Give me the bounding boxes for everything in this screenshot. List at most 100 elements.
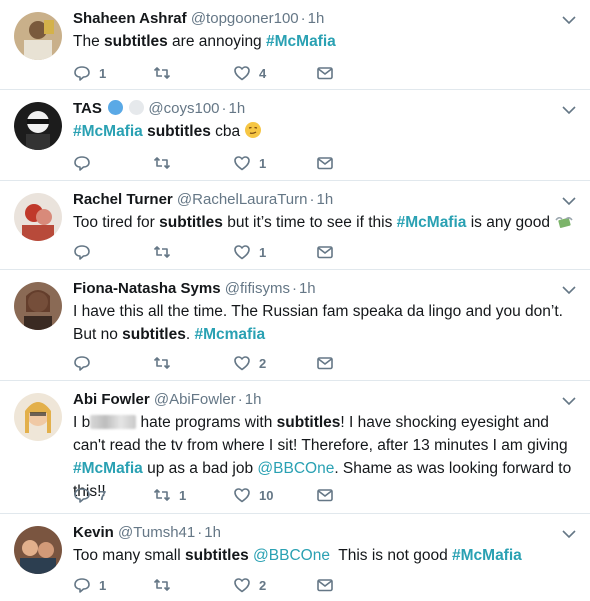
direct-message-button[interactable] (316, 485, 334, 505)
reply-button[interactable] (73, 153, 99, 173)
tweet[interactable]: Rachel Turner @RachelLauraTurn · 1h Too ti… (0, 181, 590, 270)
separator-dot: · (221, 100, 227, 117)
chevron-down-icon[interactable] (562, 285, 576, 295)
reply-icon (74, 356, 90, 371)
hashtag-link[interactable]: #McMafia (73, 460, 143, 477)
tweet[interactable]: Fiona-Natasha Syms @fifisyms · 1h I have t… (0, 270, 590, 381)
username[interactable]: @RachelLauraTurn (177, 191, 308, 208)
smirk-face-emoji (245, 122, 262, 138)
retweet-icon (153, 67, 171, 79)
like-button[interactable]: 2 (233, 575, 266, 595)
hashtag-link[interactable]: #McMafia (266, 33, 336, 50)
retweet-icon (153, 579, 171, 591)
hashtag-link[interactable]: #McMafia (73, 123, 143, 140)
retweet-button[interactable] (153, 242, 179, 262)
direct-message-button[interactable] (316, 153, 334, 173)
tweet[interactable]: TAS @coys100 · 1h #McMafia subtitles cba 1 (0, 90, 590, 181)
separator-dot: · (300, 10, 306, 27)
like-button[interactable]: 2 (233, 353, 266, 373)
separator-dot: · (291, 280, 297, 297)
envelope-icon (317, 489, 333, 502)
display-name[interactable]: Fiona-Natasha Syms (73, 280, 221, 297)
tweet[interactable]: Kevin @Tumsh41 · 1h Too many small subtitl… (0, 514, 590, 601)
username[interactable]: @fifisyms (225, 280, 290, 297)
reply-button[interactable] (73, 353, 99, 373)
text-segment: The (73, 33, 105, 50)
heart-icon (234, 245, 250, 260)
text-segment: Too many small (73, 547, 185, 564)
direct-message-button[interactable] (316, 353, 334, 373)
like-button[interactable]: 10 (233, 485, 273, 505)
username[interactable]: @Tumsh41 (118, 524, 195, 541)
direct-message-button[interactable] (316, 575, 334, 595)
username[interactable]: @topgooner100 (191, 10, 299, 27)
heart-icon (234, 66, 250, 81)
hashtag-link[interactable]: #McMafia (397, 214, 467, 231)
hashtag-link[interactable]: #Mcmafia (194, 326, 265, 343)
envelope-icon (317, 157, 333, 170)
chevron-down-icon[interactable] (562, 15, 576, 25)
username[interactable]: @AbiFowler (154, 391, 236, 408)
display-name[interactable]: Rachel Turner (73, 191, 173, 208)
retweet-count: 1 (179, 487, 187, 503)
reply-button[interactable] (73, 242, 99, 262)
retweet-icon (153, 357, 171, 369)
tweet[interactable]: Abi Fowler @AbiFowler · 1h I b hate progra… (0, 381, 590, 514)
avatar[interactable] (14, 282, 62, 330)
timestamp[interactable]: 1h (317, 191, 334, 208)
avatar[interactable] (14, 12, 62, 60)
envelope-icon (317, 357, 333, 370)
reply-button[interactable]: 1 (73, 63, 106, 83)
avatar[interactable] (14, 102, 62, 150)
chevron-down-icon[interactable] (562, 105, 576, 115)
timestamp[interactable]: 1h (229, 100, 246, 117)
white-circle-emoji (129, 100, 145, 115)
chevron-down-icon[interactable] (562, 529, 576, 539)
tweet-header: Kevin @Tumsh41 · 1h (73, 524, 550, 542)
retweet-button[interactable] (153, 575, 179, 595)
like-count: 1 (259, 155, 267, 171)
mention-link[interactable]: @BBCOne (253, 547, 330, 564)
reply-button[interactable]: 1 (73, 575, 106, 595)
bold-term: subtitles (159, 214, 223, 231)
reply-button[interactable]: 7 (73, 485, 106, 505)
timestamp[interactable]: 1h (308, 10, 325, 27)
timestamp[interactable]: 1h (299, 280, 316, 297)
retweet-icon (153, 157, 171, 169)
avatar[interactable] (14, 393, 62, 441)
text-segment: up as a bad job (142, 460, 258, 477)
display-name[interactable]: TAS (73, 100, 102, 117)
display-name[interactable]: Kevin (73, 524, 114, 541)
tweet-text: Too tired for subtitles but it’s time to… (73, 211, 576, 234)
mention-link[interactable]: @BBCOne (257, 460, 334, 477)
text-segment: This is not good (329, 547, 452, 564)
display-name[interactable]: Shaheen Ashraf (73, 10, 187, 27)
timestamp[interactable]: 1h (245, 391, 262, 408)
hashtag-link[interactable]: #McMafia (452, 547, 522, 564)
tweet[interactable]: Shaheen Ashraf @topgooner100 · 1h The subt… (0, 0, 590, 90)
direct-message-button[interactable] (316, 242, 334, 262)
like-count: 1 (259, 244, 267, 260)
display-name[interactable]: Abi Fowler (73, 391, 150, 408)
retweet-button[interactable] (153, 353, 179, 373)
retweet-button[interactable]: 1 (153, 485, 186, 505)
chevron-down-icon[interactable] (562, 396, 576, 406)
direct-message-button[interactable] (316, 63, 334, 83)
text-segment: is any good (466, 214, 555, 231)
chevron-down-icon[interactable] (562, 196, 576, 206)
like-button[interactable]: 1 (233, 153, 266, 173)
heart-icon (234, 488, 250, 503)
username[interactable]: @coys100 (148, 100, 219, 117)
tweet-text: #McMafia subtitles cba (73, 120, 576, 143)
retweet-icon (153, 489, 171, 501)
separator-dot: · (309, 191, 315, 208)
like-button[interactable]: 4 (233, 63, 266, 83)
envelope-icon (317, 579, 333, 592)
retweet-button[interactable] (153, 153, 179, 173)
avatar[interactable] (14, 526, 62, 574)
avatar[interactable] (14, 193, 62, 241)
like-button[interactable]: 1 (233, 242, 266, 262)
timestamp[interactable]: 1h (204, 524, 221, 541)
text-segment: cba (210, 123, 245, 140)
retweet-button[interactable] (153, 63, 179, 83)
